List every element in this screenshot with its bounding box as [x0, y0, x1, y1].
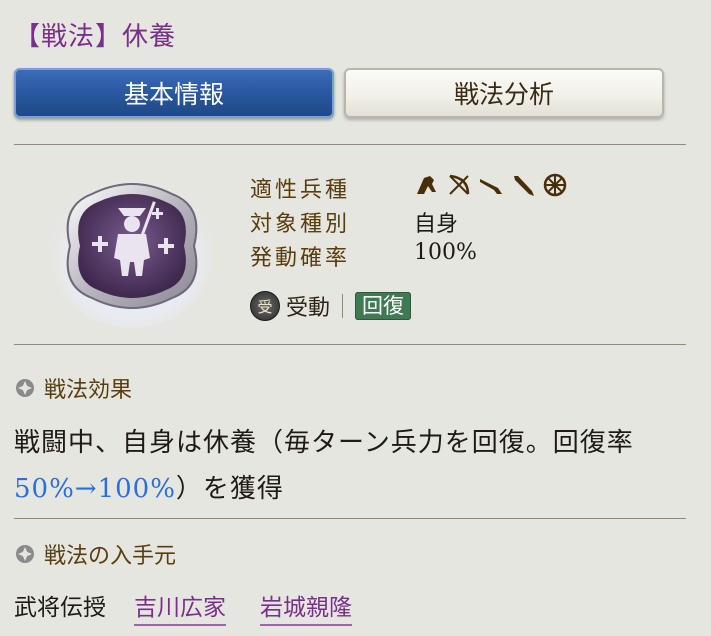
page-title: 【戦法】休養 — [14, 22, 177, 52]
effect-section-heading: 戦法効果 — [14, 372, 132, 404]
section-diamond-icon — [16, 545, 34, 563]
tab-bar: 基本情報 戦法分析 — [14, 68, 668, 120]
source-link-iwaki-chikataka[interactable]: 岩城親隆 — [260, 588, 352, 626]
skill-tags: 受 受動 回復 — [250, 290, 412, 322]
tab-skill-analysis[interactable]: 戦法分析 — [344, 68, 664, 118]
stat-label: 発動確率 — [250, 246, 351, 271]
tab-basic-info[interactable]: 基本情報 — [14, 68, 334, 118]
heal-tag-badge: 回復 — [355, 292, 412, 320]
bow-icon — [449, 174, 470, 195]
passive-label: 受動 — [286, 296, 331, 321]
skill-emblem-icon — [48, 168, 216, 328]
siege-wheel-icon — [543, 173, 567, 197]
stat-value: 100% — [414, 240, 477, 265]
troop-type-icons — [414, 172, 568, 198]
effect-heading: 戦法効果 — [44, 378, 133, 403]
source-link-kikkawa-hiroie[interactable]: 吉川広家 — [134, 588, 226, 626]
effect-description: 戦闘中、自身は休養（毎ターン兵力を回復。回復率 50%→100%）を獲得 — [14, 420, 694, 512]
cavalry-icon — [417, 176, 436, 194]
divider — [14, 344, 686, 345]
divider — [14, 518, 686, 519]
stat-value: 自身 — [414, 212, 459, 237]
divider — [14, 144, 686, 145]
stat-label: 対象種別 — [250, 212, 351, 237]
source-section-heading: 戦法の入手元 — [14, 538, 176, 570]
tag-separator — [342, 294, 344, 318]
gun-icon — [480, 179, 502, 194]
source-row: 武将伝授 吉川広家 岩城親隆 — [14, 588, 386, 626]
section-diamond-icon — [16, 379, 34, 397]
spear-icon — [514, 176, 534, 196]
stat-label: 適性兵種 — [250, 178, 351, 203]
passive-icon: 受 — [250, 291, 280, 321]
source-heading: 戦法の入手元 — [44, 544, 177, 569]
effect-highlight-value: 50%→100% — [14, 474, 176, 504]
effect-text: ）を獲得 — [175, 474, 284, 504]
source-label: 武将伝授 — [14, 595, 106, 621]
effect-text: 戦闘中、自身は休養（毎ターン兵力を回復。回復率 — [14, 428, 634, 458]
